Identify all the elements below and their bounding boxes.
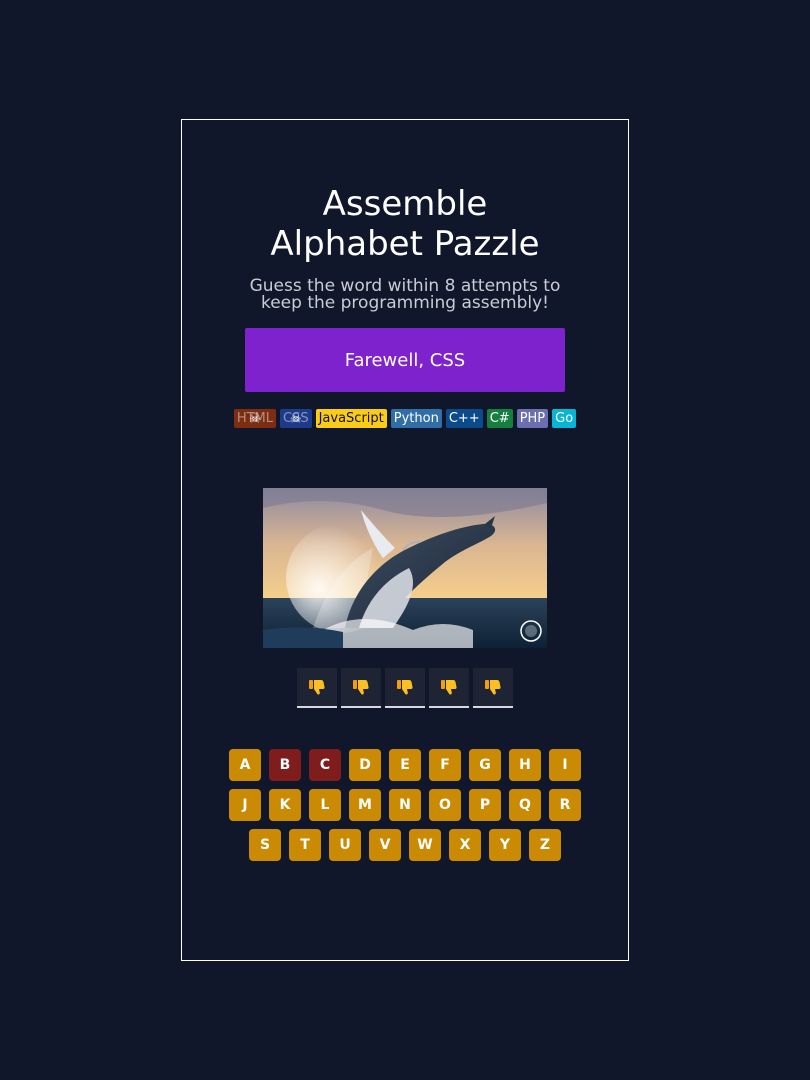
language-chip: C++	[445, 409, 483, 428]
language-chips: HTML ☠ CSS ☠ JavaScript Python C++ C# PHP Go	[222, 409, 588, 428]
key-r[interactable]: R	[549, 789, 581, 821]
subtitle: Guess the word within 8 attempts to keep…	[232, 278, 578, 312]
skull-icon: ☠	[289, 411, 302, 426]
letter-slot	[385, 668, 425, 708]
key-q[interactable]: Q	[509, 789, 541, 821]
thumbs-down-icon	[353, 680, 369, 695]
keyboard-row: JKLMNOPQR	[229, 789, 581, 821]
key-a[interactable]: A	[229, 749, 261, 781]
key-t[interactable]: T	[289, 829, 321, 861]
key-i[interactable]: I	[549, 749, 581, 781]
status-banner: Farewell, CSS	[245, 328, 565, 392]
key-u[interactable]: U	[329, 829, 361, 861]
key-y[interactable]: Y	[489, 829, 521, 861]
keyboard-row: ABCDEFGHI	[229, 749, 581, 781]
thumbs-down-icon	[485, 680, 501, 695]
language-name: Python	[393, 411, 439, 426]
thumbs-down-icon	[397, 680, 413, 695]
key-c[interactable]: C	[309, 749, 341, 781]
keyboard: ABCDEFGHI JKLMNOPQR STUVWXYZ	[182, 749, 628, 861]
language-chip: C#	[486, 409, 513, 428]
letter-slot	[297, 668, 337, 708]
key-e[interactable]: E	[389, 749, 421, 781]
key-g[interactable]: G	[469, 749, 501, 781]
page-title: Assemble Alphabet Pazzle	[182, 184, 628, 264]
language-name: C++	[448, 411, 480, 426]
language-chip: PHP	[516, 409, 549, 428]
word-slots	[297, 668, 513, 708]
language-name: JavaScript	[318, 411, 384, 426]
thumbs-down-icon	[309, 680, 325, 695]
key-j[interactable]: J	[229, 789, 261, 821]
language-chip: Go	[552, 409, 577, 428]
language-name: C#	[489, 411, 510, 426]
key-f[interactable]: F	[429, 749, 461, 781]
key-p[interactable]: P	[469, 789, 501, 821]
key-b[interactable]: B	[269, 749, 301, 781]
key-o[interactable]: O	[429, 789, 461, 821]
key-v[interactable]: V	[369, 829, 401, 861]
language-chip: CSS ☠	[280, 409, 312, 428]
key-k[interactable]: K	[269, 789, 301, 821]
key-m[interactable]: M	[349, 789, 381, 821]
game-card: Assemble Alphabet Pazzle Guess the word …	[181, 119, 629, 961]
key-n[interactable]: N	[389, 789, 421, 821]
key-h[interactable]: H	[509, 749, 541, 781]
key-z[interactable]: Z	[529, 829, 561, 861]
letter-slot	[429, 668, 469, 708]
thumbs-down-icon	[441, 680, 457, 695]
whale-illustration	[263, 488, 547, 648]
title-line-1: Assemble	[322, 184, 488, 224]
letter-slot	[473, 668, 513, 708]
subtitle-line-2: keep the programming assembly!	[260, 293, 549, 313]
language-chip: Python	[390, 409, 442, 428]
skull-icon: ☠	[249, 411, 261, 426]
language-name: PHP	[519, 411, 546, 426]
key-d[interactable]: D	[349, 749, 381, 781]
key-w[interactable]: W	[409, 829, 441, 861]
language-chip: JavaScript	[315, 409, 387, 428]
language-chip: HTML ☠	[233, 409, 276, 428]
key-s[interactable]: S	[249, 829, 281, 861]
title-line-2: Alphabet Pazzle	[270, 224, 540, 264]
status-message: Farewell, CSS	[344, 349, 466, 371]
key-x[interactable]: X	[449, 829, 481, 861]
language-name: Go	[555, 411, 574, 426]
letter-slot	[341, 668, 381, 708]
hint-image	[263, 488, 547, 648]
keyboard-row: STUVWXYZ	[249, 829, 561, 861]
key-l[interactable]: L	[309, 789, 341, 821]
